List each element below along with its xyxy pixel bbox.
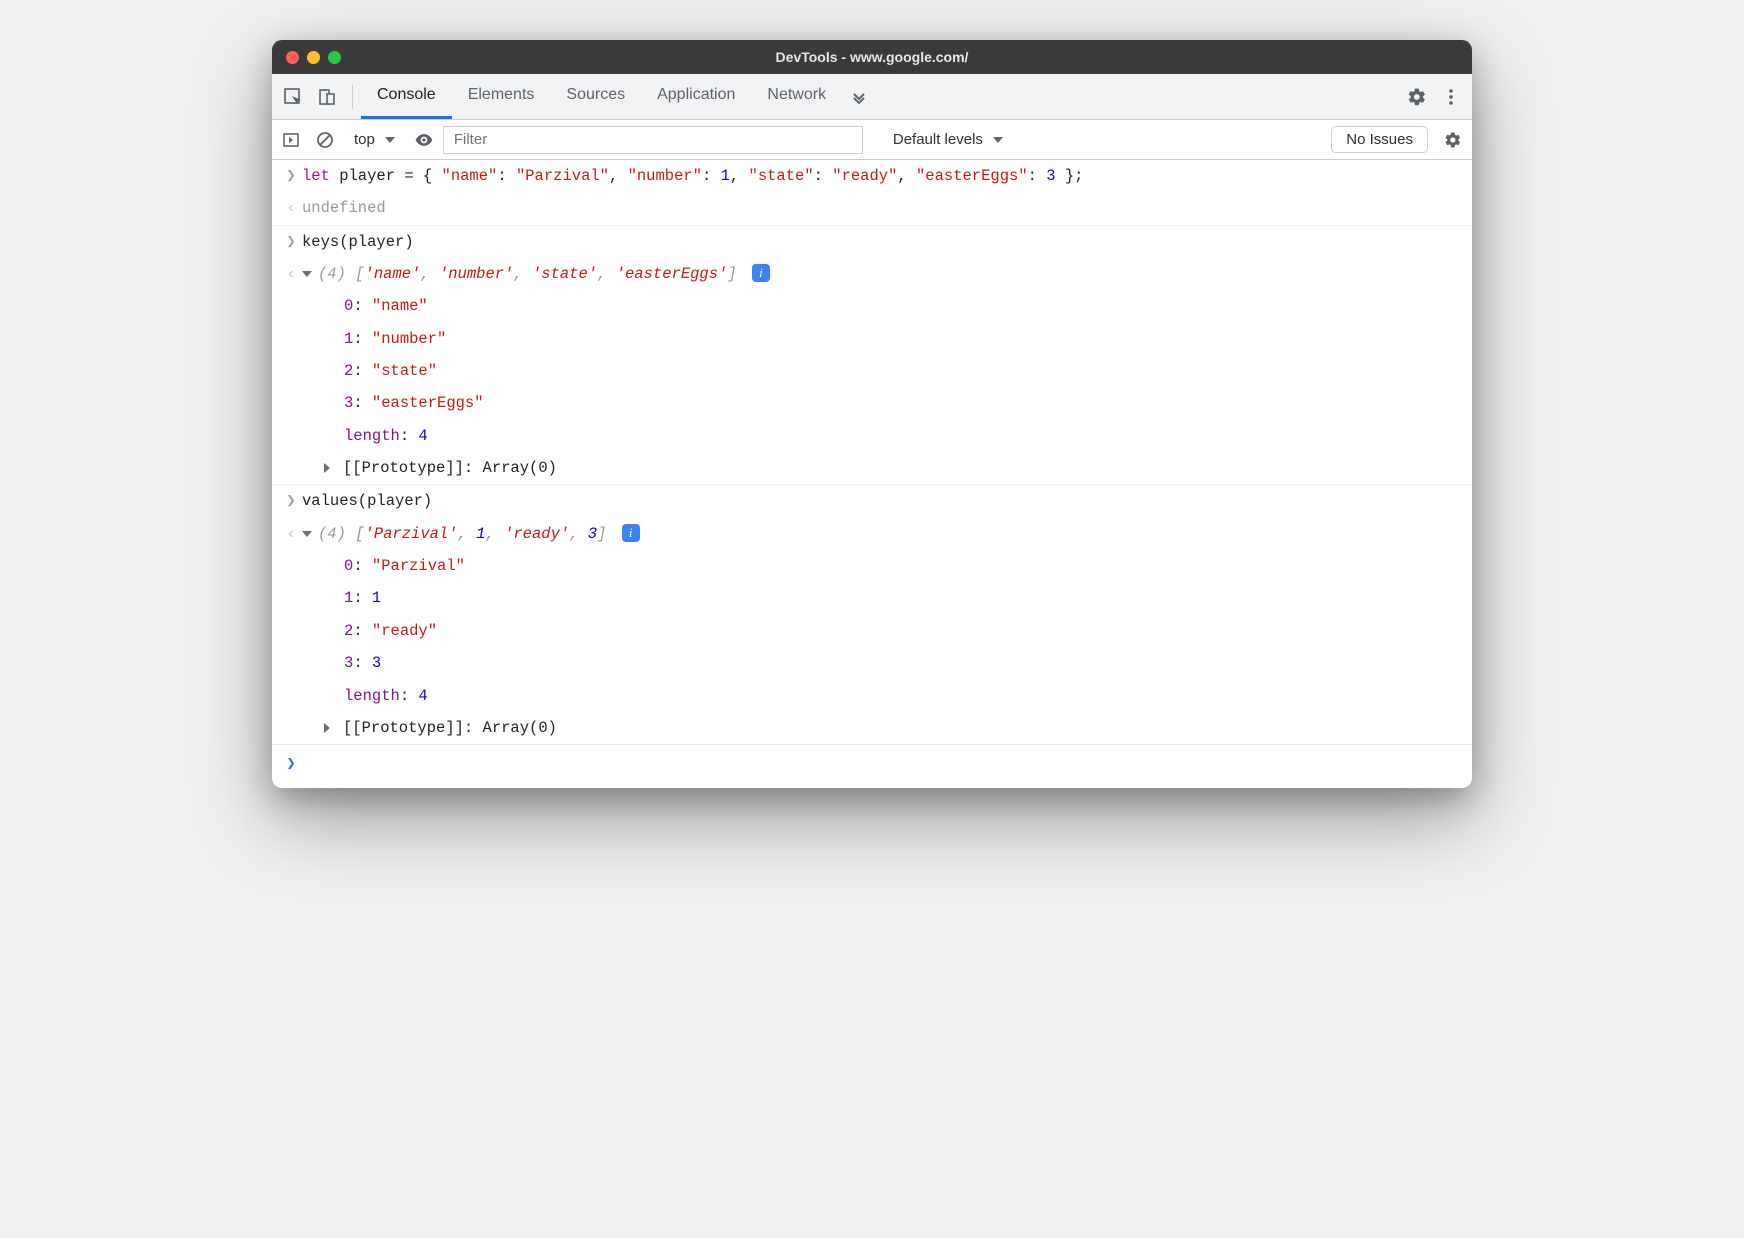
input-caret-icon: ❯ xyxy=(280,163,302,189)
window-title: DevTools - www.google.com/ xyxy=(272,49,1472,65)
console-result-row[interactable]: ‹ (4) ['Parzival', 1, 'ready', 3] i xyxy=(272,518,1472,550)
console-result-row: ‹ undefined xyxy=(272,192,1472,225)
console-toolbar: top Default levels No Issues xyxy=(272,120,1472,160)
log-level-label: Default levels xyxy=(893,131,983,148)
issues-button[interactable]: No Issues xyxy=(1331,126,1428,153)
device-toolbar-button[interactable] xyxy=(310,80,344,114)
array-entry[interactable]: 3: 3 xyxy=(272,647,1472,679)
result-caret-icon: ‹ xyxy=(280,521,302,547)
console-input-row[interactable]: ❯ keys(player) xyxy=(272,226,1472,258)
result-caret-icon: ‹ xyxy=(280,261,302,287)
console-output: ❯ let player = { "name": "Parzival", "nu… xyxy=(272,160,1472,788)
array-summary: (4) ['Parzival', 1, 'ready', 3] i xyxy=(302,521,1472,547)
array-prototype[interactable]: [[Prototype]]: Array(0) xyxy=(272,452,1472,485)
tab-sources[interactable]: Sources xyxy=(550,74,641,119)
tab-console[interactable]: Console xyxy=(361,74,452,119)
console-input-text: let player = { "name": "Parzival", "numb… xyxy=(302,163,1472,189)
input-caret-icon: ❯ xyxy=(280,229,302,255)
array-entry[interactable]: 1: "number" xyxy=(272,323,1472,355)
clear-console-button[interactable] xyxy=(310,125,340,155)
array-summary: (4) ['name', 'number', 'state', 'easterE… xyxy=(302,261,1472,287)
maximize-window-button[interactable] xyxy=(328,51,341,64)
settings-button[interactable] xyxy=(1400,80,1434,114)
array-entry[interactable]: 2: "ready" xyxy=(272,615,1472,647)
context-selector[interactable]: top xyxy=(344,125,405,155)
more-tabs-button[interactable] xyxy=(842,74,876,119)
array-length[interactable]: length: 4 xyxy=(272,420,1472,452)
expand-toggle-icon[interactable] xyxy=(302,271,312,277)
console-input-text: values(player) xyxy=(302,488,1472,514)
filter-input[interactable] xyxy=(443,126,863,154)
log-level-selector[interactable]: Default levels xyxy=(881,131,1015,148)
expand-toggle-icon[interactable] xyxy=(324,723,335,733)
divider xyxy=(352,85,353,109)
close-window-button[interactable] xyxy=(286,51,299,64)
console-input-row[interactable]: ❯ let player = { "name": "Parzival", "nu… xyxy=(272,160,1472,192)
context-label: top xyxy=(354,131,375,148)
devtools-window: DevTools - www.google.com/ Console Eleme… xyxy=(272,40,1472,788)
console-input-text: keys(player) xyxy=(302,229,1472,255)
console-input-row[interactable]: ❯ values(player) xyxy=(272,485,1472,517)
traffic-lights xyxy=(286,51,341,64)
expand-toggle-icon[interactable] xyxy=(324,463,335,473)
console-result-text: undefined xyxy=(302,195,1472,221)
array-length[interactable]: length: 4 xyxy=(272,680,1472,712)
kebab-menu-button[interactable] xyxy=(1434,80,1468,114)
expand-toggle-icon[interactable] xyxy=(302,531,312,537)
titlebar: DevTools - www.google.com/ xyxy=(272,40,1472,74)
result-caret-icon: ‹ xyxy=(280,195,302,221)
info-icon[interactable]: i xyxy=(622,524,640,542)
array-entry[interactable]: 2: "state" xyxy=(272,355,1472,387)
tab-elements[interactable]: Elements xyxy=(452,74,551,119)
array-entry[interactable]: 0: "name" xyxy=(272,290,1472,322)
panel-tabs: Console Elements Sources Application Net… xyxy=(361,74,842,119)
main-tabbar: Console Elements Sources Application Net… xyxy=(272,74,1472,120)
live-expression-button[interactable] xyxy=(409,125,439,155)
array-entry[interactable]: 1: 1 xyxy=(272,582,1472,614)
toggle-sidebar-button[interactable] xyxy=(276,125,306,155)
input-caret-icon: ❯ xyxy=(280,488,302,514)
chevron-down-icon xyxy=(993,137,1003,143)
array-entry[interactable]: 3: "easterEggs" xyxy=(272,387,1472,419)
inspect-element-button[interactable] xyxy=(276,80,310,114)
info-icon[interactable]: i xyxy=(752,264,770,282)
issues-label: No Issues xyxy=(1346,131,1413,148)
prompt-caret-icon: ❯ xyxy=(280,751,302,777)
tab-network[interactable]: Network xyxy=(751,74,842,119)
minimize-window-button[interactable] xyxy=(307,51,320,64)
console-result-row[interactable]: ‹ (4) ['name', 'number', 'state', 'easte… xyxy=(272,258,1472,290)
tab-application[interactable]: Application xyxy=(641,74,751,119)
array-entry[interactable]: 0: "Parzival" xyxy=(272,550,1472,582)
chevron-down-icon xyxy=(385,137,395,143)
console-settings-button[interactable] xyxy=(1438,125,1468,155)
array-prototype[interactable]: [[Prototype]]: Array(0) xyxy=(272,712,1472,744)
console-prompt[interactable]: ❯ xyxy=(272,744,1472,787)
